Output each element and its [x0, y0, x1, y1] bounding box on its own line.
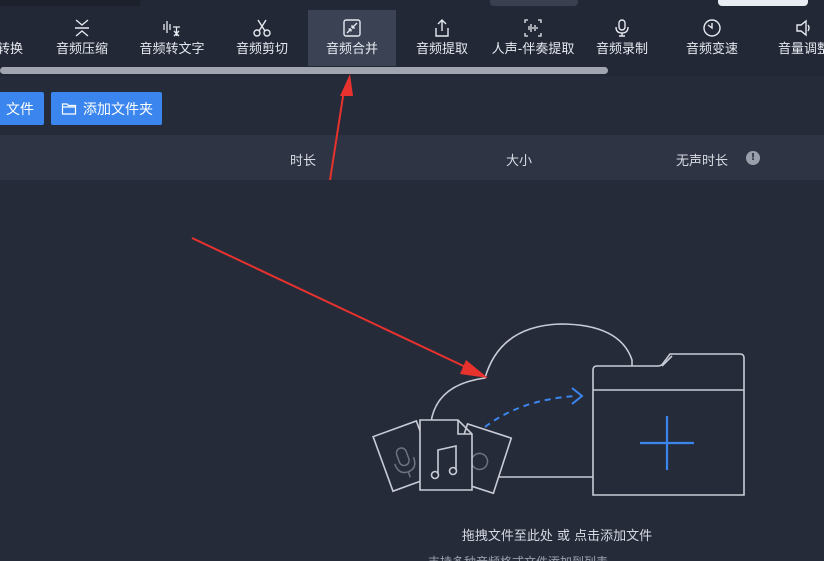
- speaker-icon: [796, 19, 810, 37]
- tool-convert-label: 转换: [0, 42, 23, 57]
- tool-cut-label: 音频剪切: [235, 42, 288, 57]
- tool-cut[interactable]: 音频剪切: [226, 10, 298, 66]
- col-size: 大小: [506, 154, 533, 169]
- tool-volume[interactable]: 音量调整: [768, 10, 824, 66]
- tool-voice-separate[interactable]: 人声-伴奏提取: [484, 10, 582, 66]
- annotation-arrowhead-up: [340, 74, 353, 96]
- compress-icon: [75, 19, 89, 37]
- tool-record-label: 音频录制: [595, 42, 648, 57]
- file-list-header: 时长 大小 无声时长: [0, 135, 824, 180]
- window-title-strip: [0, 0, 140, 6]
- col-silence: 无声时长: [676, 154, 729, 169]
- title-control-right[interactable]: [718, 0, 808, 6]
- merge-icon: [343, 19, 361, 37]
- add-file-button[interactable]: 文件: [0, 92, 44, 125]
- add-folder-label: 添加文件夹: [83, 101, 153, 118]
- tool-merge[interactable]: 音频合并: [308, 10, 396, 66]
- scissors-icon: [253, 19, 271, 37]
- speech-to-text-icon: [163, 21, 180, 37]
- tool-compress[interactable]: 音频压缩: [46, 10, 118, 66]
- tool-speed-label: 音频变速: [685, 42, 738, 57]
- upload-icon: [435, 19, 449, 37]
- toolbar-scrollbar[interactable]: [0, 67, 608, 74]
- add-file-label: 文件: [6, 101, 34, 118]
- tool-merge-label: 音频合并: [325, 42, 378, 57]
- tool-convert[interactable]: 转换: [0, 10, 28, 66]
- convert-icon: [0, 18, 10, 38]
- info-icon[interactable]: !: [746, 151, 760, 165]
- col-duration: 时长: [290, 154, 317, 169]
- tool-voice-separate-label: 人声-伴奏提取: [491, 42, 575, 57]
- clock-icon: [703, 19, 721, 37]
- folder-icon: [61, 102, 77, 115]
- add-folder-illustration-icon: [592, 353, 745, 496]
- function-toolbar: 转换 音频压缩 音频转文字 音频剪切 音频合并 音频提取 人声-伴奏提取 音频录…: [0, 0, 824, 76]
- tool-speed[interactable]: 音频变速: [676, 10, 748, 66]
- dropzone-hint: 拖拽文件至此处 或 点击添加文件: [461, 529, 653, 544]
- tool-speech-to-text[interactable]: 音频转文字: [131, 10, 213, 66]
- tool-compress-label: 音频压缩: [55, 42, 108, 57]
- dropzone-subhint: 支持多种音频格式文件添加到列表: [428, 553, 728, 561]
- dropzone-illustration[interactable]: [360, 312, 760, 502]
- tool-speech-to-text-label: 音频转文字: [139, 42, 205, 57]
- add-folder-button[interactable]: 添加文件夹: [51, 92, 162, 125]
- tool-extract[interactable]: 音频提取: [406, 10, 478, 66]
- tool-extract-label: 音频提取: [415, 42, 468, 57]
- title-control[interactable]: [490, 0, 578, 6]
- microphone-icon: [615, 19, 629, 37]
- voice-separate-icon: [524, 19, 542, 37]
- tool-volume-label: 音量调整: [777, 42, 824, 57]
- tool-record[interactable]: 音频录制: [586, 10, 658, 66]
